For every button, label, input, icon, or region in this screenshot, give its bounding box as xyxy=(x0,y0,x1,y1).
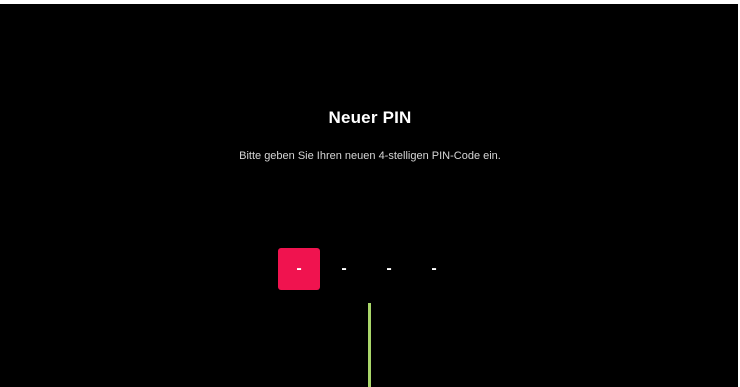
pin-input[interactable]: - - - - xyxy=(278,248,458,290)
dialog-subtitle: Bitte geben Sie Ihren neuen 4-stelligen … xyxy=(239,150,501,162)
pin-digit-3[interactable]: - xyxy=(368,248,410,290)
pin-digit-2[interactable]: - xyxy=(323,248,365,290)
dialog-title: Neuer PIN xyxy=(328,108,412,127)
focus-indicator xyxy=(368,303,371,387)
pin-digit-4[interactable]: - xyxy=(413,248,455,290)
pin-digit-1[interactable]: - xyxy=(278,248,320,290)
screen: Neuer PIN Bitte geben Sie Ihren neuen 4-… xyxy=(0,0,740,387)
